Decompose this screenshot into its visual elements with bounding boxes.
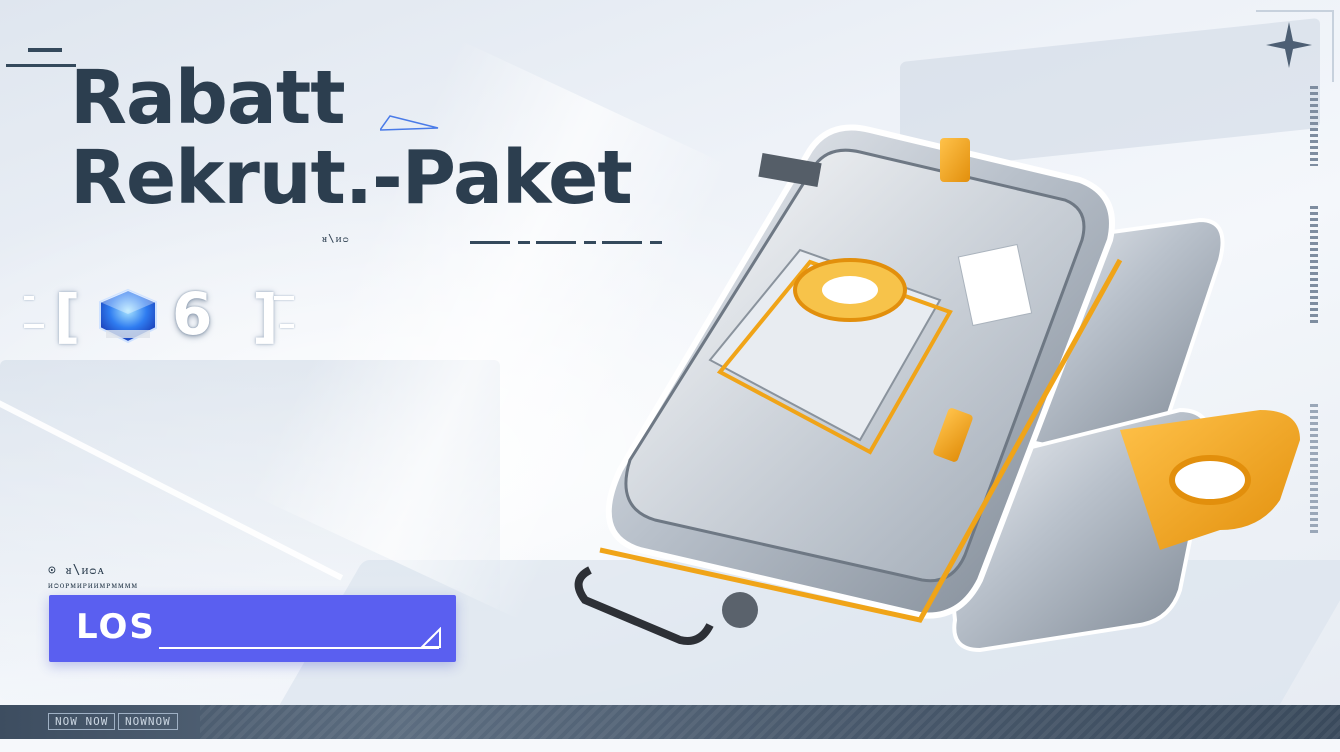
title-block: Rabatt Rekrut.-Paket: [70, 55, 633, 221]
count-dash-left: [24, 296, 34, 300]
blue-crystal-icon: [96, 288, 160, 346]
supply-case-illustration: [574, 124, 1300, 653]
go-button[interactable]: LOS: [49, 595, 456, 662]
go-button-label: LOS: [76, 607, 156, 647]
small-tag-1: ⊙ ᴚ\ᴎᴑᴀ: [48, 563, 105, 578]
deco-triangle-icon: [380, 115, 439, 131]
bracket-left: [: [54, 282, 81, 350]
title-line-1: Rabatt: [70, 55, 346, 141]
bottom-bar: NOW NOW NOWNOW: [0, 705, 1340, 739]
item-count: [ 6 ]: [24, 282, 294, 352]
bottom-tag-2: NOWNOW: [118, 713, 178, 730]
small-tag-2: ᴎᴑᴏᴘᴍᴎᴘᴎᴎᴍᴘᴍᴍᴍᴍ: [48, 581, 139, 591]
bottom-bar-pattern: [200, 705, 1340, 739]
count-value: 6: [172, 280, 213, 348]
title-tag: ᴚ\ᴎᴑ: [322, 232, 350, 245]
title-deco-line: [6, 64, 76, 67]
count-dash-left: [24, 324, 44, 328]
go-button-underline: [159, 647, 439, 649]
sparkle-icon: [1266, 22, 1312, 68]
title-deco-line: [28, 48, 62, 52]
bottom-tag-1: NOW NOW: [48, 713, 116, 730]
triangle-corner-icon: [420, 627, 441, 648]
count-dash-right: [280, 324, 294, 328]
side-barcode: [1310, 206, 1318, 326]
count-dash-right: [274, 296, 294, 300]
side-barcode: [1310, 404, 1318, 534]
bottom-strip: [0, 739, 1340, 752]
bracket-right: ]: [252, 282, 279, 350]
side-barcode: [1310, 86, 1318, 166]
title-line-2: Rekrut.-Paket: [70, 135, 633, 221]
recruit-pack-banner: Rabatt Rekrut.-Paket ᴚ\ᴎᴑ [6] ⊙ ᴚ\ᴎᴑᴀ …: [0, 0, 1340, 752]
